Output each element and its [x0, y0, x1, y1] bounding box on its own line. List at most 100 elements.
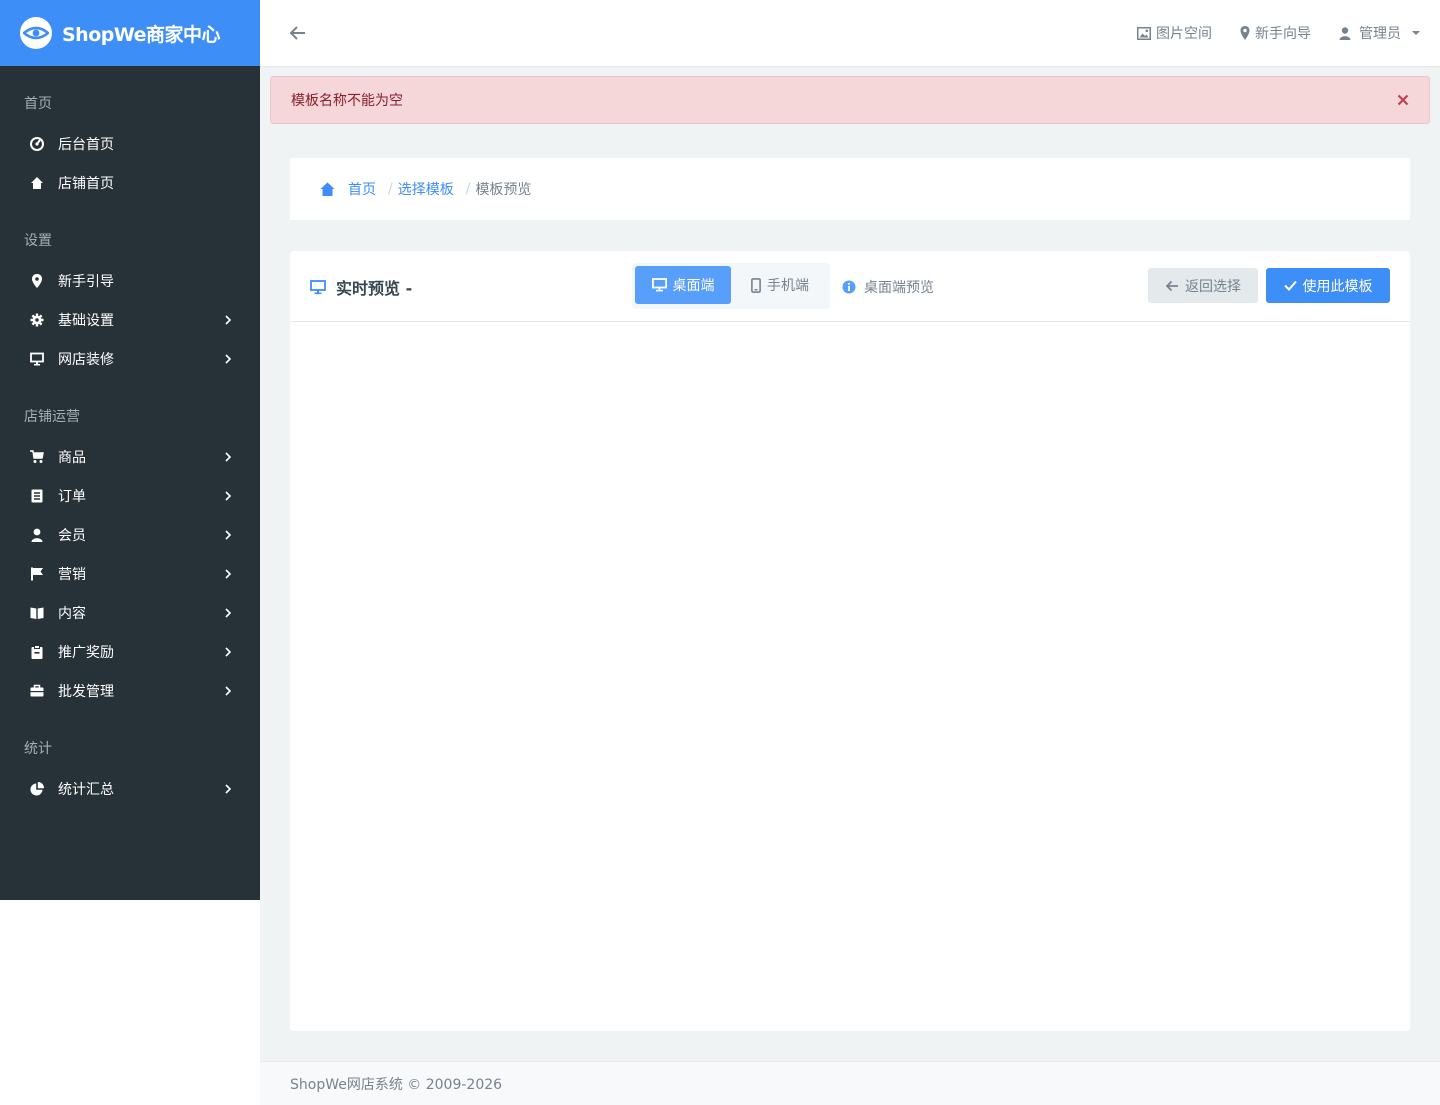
preview-info-text: 桌面端预览 — [864, 279, 934, 296]
desktop-label: 桌面端 — [672, 278, 715, 294]
sidebar-item-marketing[interactable]: 营销 — [0, 554, 260, 593]
sidebar-item-guide[interactable]: 新手引导 — [0, 261, 260, 300]
sidebar-bottom-blank — [0, 900, 260, 1105]
back-to-select-label: 返回选择 — [1185, 278, 1241, 295]
sidebar-item-dashboard[interactable]: 后台首页 — [0, 124, 260, 163]
logo-eye-icon — [20, 17, 52, 49]
dashboard-icon — [30, 136, 44, 151]
images-link-label: 图片空间 — [1156, 26, 1212, 42]
arrow-left-icon — [1165, 280, 1178, 291]
pie-chart-icon — [30, 781, 44, 795]
images-link[interactable]: 图片空间 — [1137, 23, 1212, 43]
mobile-label: 手机端 — [767, 278, 809, 294]
breadcrumb-separator: / — [465, 181, 471, 197]
caret-down-icon — [1412, 31, 1420, 35]
book-icon — [30, 607, 44, 619]
sidebar-item-store-decoration[interactable]: 网店装修 — [0, 339, 260, 378]
gear-icon — [30, 313, 44, 326]
nav-section-statistics: 统计 — [24, 741, 52, 757]
preview-panel: 实时预览 - 桌面端 手机端 桌面端预览 返回选择 使用此模板 — [290, 251, 1410, 1031]
logo[interactable]: ShopWe商家中心 — [0, 0, 260, 66]
device-toggle: 桌面端 手机端 — [632, 263, 830, 309]
sidebar-item-members[interactable]: 会员 — [0, 515, 260, 554]
nav-section-home: 首页 — [24, 96, 52, 112]
chevron-right-icon — [225, 451, 232, 462]
monitor-icon — [310, 279, 326, 294]
footer-copyright: ShopWe网店系统 © 2009-2026 — [290, 1076, 503, 1093]
sidebar-item-label: 基础设置 — [58, 312, 114, 329]
home-icon — [320, 182, 335, 196]
check-icon — [1283, 280, 1297, 291]
briefcase-icon — [30, 684, 44, 696]
sidebar-item-basic-settings[interactable]: 基础设置 — [0, 300, 260, 339]
use-template-label: 使用此模板 — [1302, 278, 1373, 295]
home-icon — [31, 176, 43, 189]
info-icon — [842, 280, 856, 293]
sidebar-item-shop-home[interactable]: 店铺首页 — [0, 163, 260, 202]
brand-name: ShopWe商家中心 — [62, 23, 221, 46]
chevron-right-icon — [225, 685, 232, 696]
sidebar-item-label: 商品 — [58, 449, 86, 466]
sidebar-item-products[interactable]: 商品 — [0, 437, 260, 476]
panel-title-text: 实时预览 - — [336, 278, 413, 298]
monitor-icon — [30, 352, 44, 365]
chevron-right-icon — [225, 783, 232, 794]
guide-link-label: 新手向导 — [1255, 26, 1311, 42]
sidebar-item-label: 后台首页 — [58, 136, 114, 153]
chevron-right-icon — [225, 314, 232, 325]
sidebar-item-label: 店铺首页 — [58, 175, 114, 192]
chevron-right-icon — [225, 529, 232, 540]
clipboard-icon — [31, 644, 43, 659]
mobile-button[interactable]: 手机端 — [733, 266, 827, 304]
breadcrumb-separator: / — [388, 181, 393, 197]
footer: ShopWe网店系统 © 2009-2026 — [260, 1061, 1440, 1105]
sidebar-item-promotion[interactable]: 推广奖励 — [0, 632, 260, 671]
nav-section-settings: 设置 — [24, 233, 52, 249]
image-icon — [1137, 26, 1151, 40]
top-links: 图片空间 新手向导 管理员 — [1109, 0, 1426, 66]
monitor-icon — [651, 278, 667, 292]
sidebar-item-label: 推广奖励 — [58, 644, 114, 661]
mobile-phone-icon — [751, 277, 761, 293]
error-alert: 模板名称不能为空 — [270, 76, 1430, 124]
sidebar-item-label: 网店装修 — [58, 351, 114, 368]
breadcrumb: 首页 / 选择模板 / 模板预览 — [290, 158, 1410, 220]
user-icon — [31, 528, 43, 542]
sidebar: ShopWe商家中心 首页 后台首页 店铺首页 设置 新手引导 基础设置 网店装… — [0, 0, 260, 900]
use-template-button[interactable]: 使用此模板 — [1266, 268, 1390, 303]
chevron-right-icon — [225, 490, 232, 501]
desktop-button[interactable]: 桌面端 — [635, 266, 731, 304]
breadcrumb-select-template[interactable]: 选择模板 — [398, 179, 454, 199]
nav-section-operations: 店铺运营 — [24, 409, 80, 425]
cart-icon — [30, 449, 44, 463]
breadcrumb-current: 模板预览 — [475, 182, 532, 198]
panel-header: 实时预览 - 桌面端 手机端 桌面端预览 返回选择 使用此模板 — [290, 251, 1410, 322]
sidebar-item-label: 营销 — [58, 566, 86, 583]
back-to-select-button[interactable]: 返回选择 — [1148, 268, 1258, 303]
sidebar-item-statistics[interactable]: 统计汇总 — [0, 769, 260, 808]
guide-link[interactable]: 新手向导 — [1240, 23, 1311, 43]
map-pin-icon — [1240, 26, 1250, 40]
sidebar-item-label: 统计汇总 — [58, 781, 114, 798]
order-icon — [31, 489, 43, 502]
sidebar-item-orders[interactable]: 订单 — [0, 476, 260, 515]
admin-menu[interactable]: 管理员 — [1339, 23, 1426, 43]
sidebar-item-wholesale[interactable]: 批发管理 — [0, 671, 260, 710]
alert-message: 模板名称不能为空 — [291, 93, 403, 109]
sidebar-item-label: 内容 — [58, 605, 86, 622]
sidebar-item-label: 新手引导 — [58, 273, 114, 290]
preview-info: 桌面端预览 — [842, 251, 934, 322]
chevron-right-icon — [225, 646, 232, 657]
preview-frame[interactable] — [290, 322, 1410, 1030]
back-arrow-icon[interactable] — [288, 23, 308, 43]
flag-icon — [31, 567, 43, 580]
map-pin-icon — [32, 273, 42, 288]
close-icon[interactable] — [1397, 94, 1409, 106]
sidebar-item-label: 订单 — [58, 488, 86, 505]
chevron-right-icon — [225, 568, 232, 579]
user-icon — [1339, 26, 1351, 40]
sidebar-item-label: 会员 — [58, 527, 86, 544]
sidebar-item-label: 批发管理 — [58, 683, 114, 700]
breadcrumb-home[interactable]: 首页 — [348, 179, 376, 199]
sidebar-item-content[interactable]: 内容 — [0, 593, 260, 632]
